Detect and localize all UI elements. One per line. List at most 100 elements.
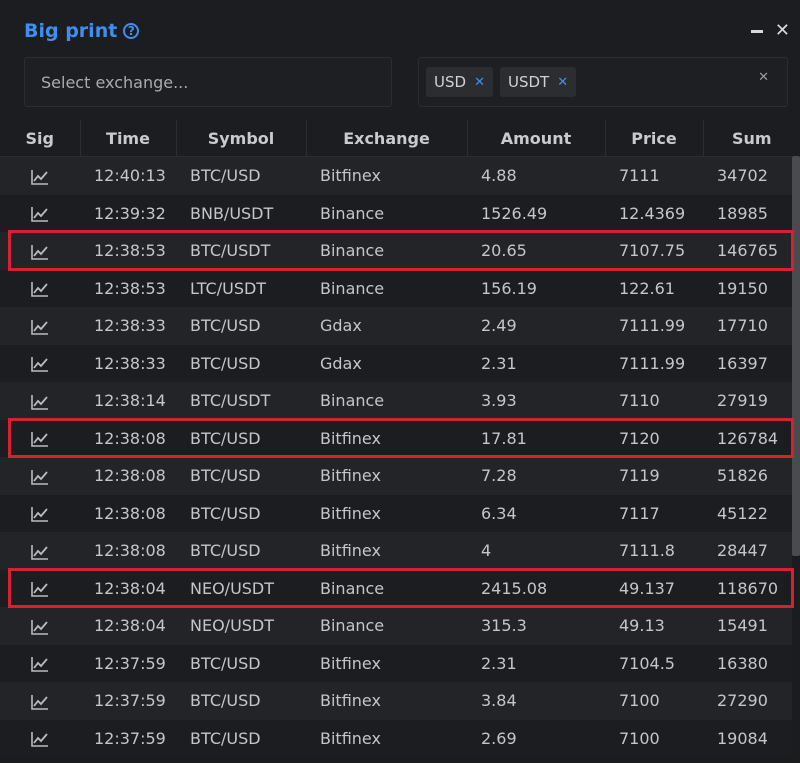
table-row[interactable]: 12:38:33 BTC/USD Gdax 2.49 7111.99 17710	[0, 307, 800, 345]
table-row[interactable]: 12:38:08 BTC/USD Bitfinex 4 7111.8 28447	[0, 532, 800, 570]
price-cell: 12.4369	[605, 194, 703, 232]
column-header-time[interactable]: Time	[80, 120, 177, 157]
amount-cell: 1526.49	[467, 194, 605, 232]
table-row[interactable]: 12:39:32 BNB/USDT Binance 1526.49 12.4369 189…	[0, 194, 800, 232]
sig-cell[interactable]	[0, 644, 80, 682]
symbol-cell: BTC/USD	[176, 644, 306, 682]
column-header-exchange[interactable]: Exchange	[306, 120, 468, 157]
chip-usd[interactable]: USD ✕	[426, 67, 493, 97]
table-row[interactable]: 12:38:04 NEO/USDT Binance 2415.08 49.137 1186…	[0, 569, 800, 607]
symbol-cell: BTC/USD	[176, 156, 306, 195]
table-row[interactable]: 12:38:04 NEO/USDT Binance 315.3 49.13 15491	[0, 607, 800, 645]
exchange-cell: Bitfinex	[306, 457, 467, 495]
price-cell: 7111.8	[605, 532, 703, 570]
symbol-cell: BTC/USD	[176, 457, 306, 495]
table-row[interactable]: 12:40:13 BTC/USD Bitfinex 4.88 7111 34702	[0, 156, 800, 195]
chart-icon[interactable]	[31, 541, 49, 560]
help-icon[interactable]: ?	[123, 23, 140, 39]
sum-cell: 34702	[703, 156, 800, 195]
sig-cell[interactable]	[0, 719, 80, 757]
sig-cell[interactable]	[0, 156, 80, 195]
price-cell: 7120	[605, 419, 703, 457]
column-header-sum[interactable]: Sum	[703, 120, 800, 157]
time-cell: 12:38:53	[80, 232, 176, 270]
chart-icon[interactable]	[31, 616, 49, 635]
sig-cell[interactable]	[0, 344, 80, 382]
chip-remove-icon[interactable]: ✕	[474, 75, 485, 90]
chart-icon[interactable]	[31, 316, 49, 335]
price-cell: 7111	[605, 156, 703, 195]
price-cell: 49.13	[605, 607, 703, 645]
chart-icon[interactable]	[31, 466, 49, 485]
exchange-select-input[interactable]	[39, 72, 373, 93]
table-row[interactable]: 12:37:59 BTC/USD Bitfinex 2.69 7100 19084	[0, 719, 800, 757]
sig-cell[interactable]	[0, 194, 80, 232]
close-icon[interactable]: ✕	[775, 22, 790, 40]
chart-icon[interactable]	[31, 504, 49, 523]
chart-icon[interactable]	[31, 354, 49, 373]
scrollbar[interactable]	[792, 156, 800, 763]
sum-cell: 18985	[703, 194, 800, 232]
sig-cell[interactable]	[0, 494, 80, 532]
sum-cell: 28447	[703, 532, 800, 570]
chart-icon[interactable]	[31, 166, 49, 185]
chip-usdt[interactable]: USDT ✕	[500, 67, 577, 97]
column-header-amount[interactable]: Amount	[467, 120, 606, 157]
chart-icon[interactable]	[31, 241, 49, 260]
table-row[interactable]: 12:38:08 BTC/USD Bitfinex 7.28 7119 51826	[0, 457, 800, 495]
sum-cell: 51826	[703, 457, 800, 495]
column-header-symbol[interactable]: Symbol	[176, 120, 307, 157]
chart-icon[interactable]	[31, 691, 49, 710]
minimize-icon[interactable]	[750, 29, 763, 33]
time-cell: 12:38:14	[80, 382, 176, 420]
sig-cell[interactable]	[0, 682, 80, 720]
symbol-cell: BNB/USDT	[176, 194, 306, 232]
chart-icon[interactable]	[31, 429, 49, 448]
table-row[interactable]: 12:37:59 BTC/USD Bitfinex 3.84 7100 27290	[0, 682, 800, 720]
chart-icon[interactable]	[31, 279, 49, 298]
chart-icon[interactable]	[31, 729, 49, 748]
sig-cell[interactable]	[0, 457, 80, 495]
column-header-price[interactable]: Price	[605, 120, 704, 157]
sig-cell[interactable]	[0, 232, 80, 270]
sig-cell[interactable]	[0, 419, 80, 457]
sig-cell[interactable]	[0, 532, 80, 570]
exchange-select[interactable]	[24, 57, 392, 107]
chart-icon[interactable]	[31, 579, 49, 598]
table-row[interactable]: 12:38:53 BTC/USDT Binance 20.65 7107.75 14676…	[0, 232, 800, 270]
clear-all-icon[interactable]: ✕	[758, 70, 769, 85]
table-row[interactable]: 12:38:53 LTC/USDT Binance 156.19 122.61 19150	[0, 269, 800, 307]
price-cell: 7111.99	[605, 307, 703, 345]
sig-cell[interactable]	[0, 607, 80, 645]
time-cell: 12:38:08	[80, 494, 176, 532]
amount-cell: 4.88	[467, 156, 605, 195]
chart-icon[interactable]	[31, 204, 49, 223]
scrollbar-thumb[interactable]	[792, 156, 800, 556]
price-cell: 7111.99	[605, 344, 703, 382]
chart-icon[interactable]	[31, 654, 49, 673]
column-header-sig[interactable]: Sig	[0, 120, 81, 157]
price-cell: 7100	[605, 682, 703, 720]
chart-icon[interactable]	[31, 391, 49, 410]
sig-cell[interactable]	[0, 307, 80, 345]
table-row[interactable]: 12:38:08 BTC/USD Bitfinex 17.81 7120 126784	[0, 419, 800, 457]
exchange-cell: Binance	[306, 232, 467, 270]
exchange-cell: Binance	[306, 269, 467, 307]
chip-remove-icon[interactable]: ✕	[557, 75, 568, 90]
amount-cell: 2415.08	[467, 569, 605, 607]
sig-cell[interactable]	[0, 382, 80, 420]
sum-cell: 118670	[703, 569, 800, 607]
table-row[interactable]: 12:38:14 BTC/USDT Binance 3.93 7110 27919	[0, 382, 800, 420]
table-row[interactable]: 12:38:08 BTC/USD Bitfinex 6.34 7117 45122	[0, 494, 800, 532]
time-cell: 12:37:59	[80, 719, 176, 757]
time-cell: 12:38:33	[80, 344, 176, 382]
quote-currency-filter[interactable]: USD ✕ USDT ✕ ✕	[418, 57, 788, 107]
sig-cell[interactable]	[0, 569, 80, 607]
table-row[interactable]: 12:38:33 BTC/USD Gdax 2.31 7111.99 16397	[0, 344, 800, 382]
big-print-panel: Big print ? ✕ USD ✕ USDT ✕ ✕	[0, 0, 800, 763]
sum-cell: 126784	[703, 419, 800, 457]
table-row[interactable]: 12:37:59 BTC/USD Bitfinex 2.31 7104.5 16380	[0, 644, 800, 682]
sum-cell: 15491	[703, 607, 800, 645]
sig-cell[interactable]	[0, 269, 80, 307]
exchange-cell: Bitfinex	[306, 532, 467, 570]
